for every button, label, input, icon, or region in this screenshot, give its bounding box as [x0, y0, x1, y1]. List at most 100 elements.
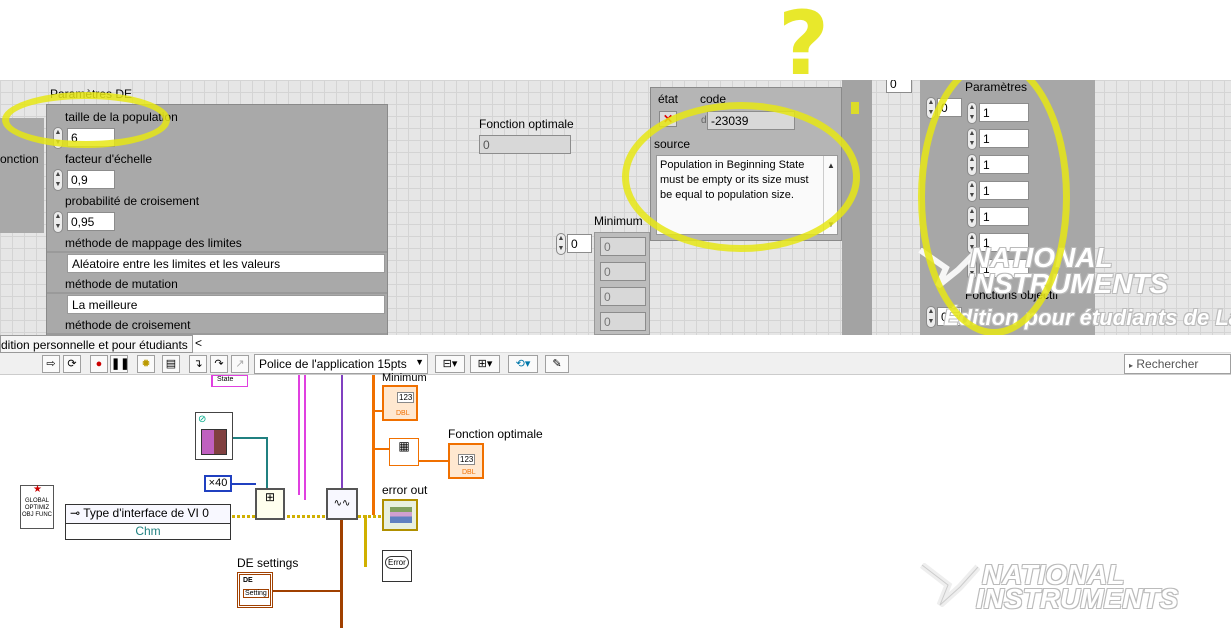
minimum-element: 0 [600, 262, 646, 281]
star-icon: ★ [33, 484, 42, 495]
build-array-node[interactable]: ⊞ [255, 488, 285, 520]
yellow-error-wire [358, 515, 382, 518]
ring-grid-icon [201, 429, 227, 455]
orange-wire [418, 460, 448, 462]
simple-error-handler[interactable]: Error [382, 550, 412, 582]
step-out-icon[interactable]: ↗ [231, 355, 249, 373]
index-array-node[interactable]: ▦ [389, 438, 419, 466]
minimum-index[interactable]: 0 [567, 234, 592, 253]
minimum-index-spinner[interactable]: ▲ ▼ [556, 233, 566, 255]
code-indicator: -23039 [707, 111, 795, 130]
scale-spinner[interactable]: ▲ ▼ [53, 169, 63, 191]
parametres-index-spinner[interactable]: ▲ ▼ [926, 97, 936, 119]
de-settings-sub: Setting [243, 589, 269, 598]
orange-wire [372, 375, 375, 515]
source-text[interactable]: Population in Beginning State must be em… [656, 155, 838, 235]
top-index[interactable]: 0 [886, 80, 912, 93]
ni-watermark-line1: NATIONAL [970, 242, 1113, 273]
step-over-icon[interactable]: ↷ [210, 355, 228, 373]
left-partial-cluster [0, 118, 44, 233]
minimum-element: 0 [600, 237, 646, 256]
de-params-title: Paramètres DE [50, 87, 133, 101]
ni-watermark-edition: Édition pour étudiants de La [944, 305, 1231, 330]
objective-index-spinner[interactable]: ▲ ▼ [926, 306, 936, 328]
step-into-icon[interactable]: ↴ [189, 355, 207, 373]
element-spinner[interactable]: ▲ ▼ [967, 128, 977, 150]
align-objects-icon[interactable]: ⊟▾ [435, 355, 465, 373]
search-input[interactable]: Rechercher [1136, 357, 1198, 371]
run-arrow-icon[interactable]: ⇨ [42, 355, 60, 373]
element-spinner[interactable]: ▲ ▼ [967, 180, 977, 202]
reorder-icon[interactable]: ⟲▾ [508, 355, 538, 373]
minimum-array: 0 0 0 0 [594, 232, 650, 335]
pop-size-label: taille de la population [65, 110, 178, 124]
teal-wire [233, 437, 267, 439]
vi-reference-sub: Chm [135, 524, 161, 538]
block-diagram-toolbar: ⇨ ⟳ ● ❚❚ ✹ ▤ ↴ ↷ ↗ Police de l'applicati… [0, 353, 1231, 375]
check-icon: ⊘ [198, 414, 207, 425]
distribute-objects-icon[interactable]: ⊞▾ [470, 355, 500, 373]
element-spinner[interactable]: ▲ ▼ [967, 102, 977, 124]
pink-wire [298, 375, 300, 495]
crossover-prob-input[interactable]: 0,95 [67, 212, 115, 231]
parametres-element[interactable]: 1 [979, 155, 1029, 174]
scale-label: facteur d'échelle [65, 152, 153, 166]
bounds-ring[interactable]: Aléatoire entre les limites et les valeu… [67, 254, 385, 273]
scroll-up-icon[interactable]: ▲ [824, 158, 838, 173]
dbl-label: DBL [462, 469, 476, 476]
global-objfunc-icon[interactable]: GLOBAL OPTIMIZ OBJ FUNC ★ [20, 485, 54, 529]
pause-icon[interactable]: ❚❚ [110, 355, 129, 373]
retain-wire-values-icon[interactable]: ▤ [162, 355, 180, 373]
error-out-label: error out [382, 483, 428, 497]
scroll-down-icon[interactable]: ▼ [824, 217, 838, 232]
constant-40[interactable]: ×40 [204, 475, 232, 492]
scrollbar[interactable]: ▲ ▼ [823, 156, 837, 234]
edition-label: dition personnelle et pour étudiants [0, 335, 193, 353]
front-panel: onction Paramètres DE taille de la popul… [0, 80, 1231, 335]
blue-wire [232, 483, 256, 485]
cleanup-diagram-icon[interactable]: ✎ [545, 355, 569, 373]
parametres-element[interactable]: 1 [979, 207, 1029, 226]
terminal-value: 123 [397, 392, 415, 403]
mutation-ring[interactable]: La meilleure [67, 295, 385, 314]
highlight-execution-icon[interactable]: ✹ [137, 355, 155, 373]
brown-wire [340, 520, 343, 628]
vi-reference-node[interactable]: ⊸ Type d'interface de VI 0 Chm [65, 504, 231, 540]
source-label: source [654, 137, 691, 151]
parametres-title: Paramètres [965, 80, 1028, 94]
crossover-prob-label: probabilité de croisement [65, 194, 200, 208]
de-optimize-node[interactable]: ∿∿ [326, 488, 358, 520]
reference-icon: ⊸ [70, 506, 81, 520]
scale-input[interactable]: 0,9 [67, 170, 115, 189]
optimal-terminal[interactable]: 123 DBL [448, 443, 484, 479]
ni-watermark-line2: INSTRUMENTS [966, 268, 1169, 299]
ring-constant-node[interactable]: ⊘ [195, 412, 233, 460]
pop-size-spinner[interactable]: ▲ ▼ [53, 127, 63, 149]
minimum-label: Minimum [594, 214, 643, 228]
parametres-element[interactable]: 1 [979, 181, 1029, 200]
bd-optimal-label: Fonction optimale [448, 427, 543, 441]
pop-size-input[interactable]: 6 [67, 128, 115, 147]
crossover-label: méthode de croisement [65, 318, 191, 332]
bd-ni-watermark-line2: INSTRUMENTS [976, 583, 1179, 614]
crossover-prob-spinner[interactable]: ▲ ▼ [53, 211, 63, 233]
font-select[interactable]: Police de l'application 15pts ▼ [254, 354, 428, 374]
parametres-element[interactable]: 1 [979, 129, 1029, 148]
de-settings-terminal[interactable]: DE Setting [237, 572, 273, 608]
search-box[interactable]: ▸ Rechercher [1124, 354, 1231, 374]
error-out-terminal[interactable] [382, 499, 418, 531]
chevron-down-icon: ▼ [415, 357, 424, 367]
element-spinner[interactable]: ▲ ▼ [967, 154, 977, 176]
orange-wire [375, 448, 389, 450]
state-terminal-label: State [217, 376, 234, 383]
element-spinner[interactable]: ▲ ▼ [967, 206, 977, 228]
run-continuous-icon[interactable]: ⟳ [63, 355, 81, 373]
abort-icon[interactable]: ● [90, 355, 108, 373]
parametres-index[interactable]: 0 [937, 98, 962, 117]
minimum-terminal[interactable]: 123 DBL [382, 385, 418, 421]
parametres-element[interactable]: 1 [979, 103, 1029, 122]
scroll-left-icon[interactable]: < [195, 336, 202, 350]
block-diagram: State Minimum 123 DBL ▦ Fonction optimal… [0, 372, 1231, 628]
pink-wire [304, 375, 306, 500]
state-terminal[interactable]: State [212, 375, 248, 387]
